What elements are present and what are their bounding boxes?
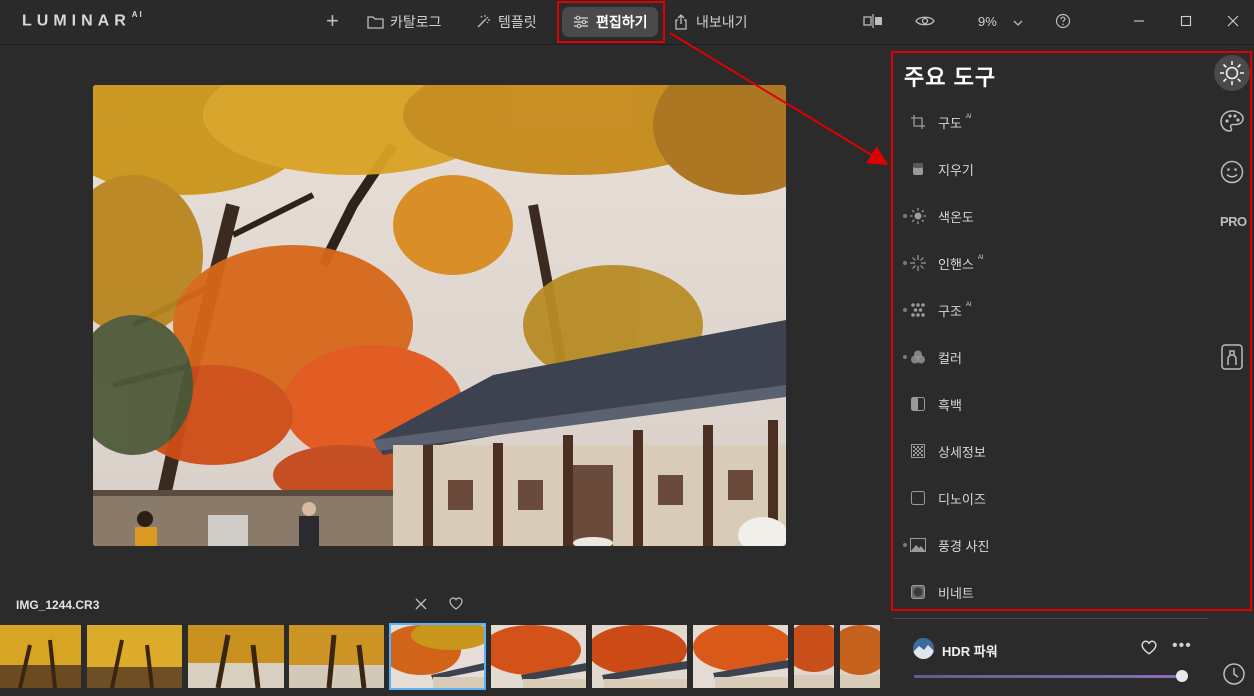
close-icon[interactable] xyxy=(415,597,427,613)
logo-suffix: AI xyxy=(131,10,144,19)
folder-icon xyxy=(366,13,384,31)
maximize-button[interactable] xyxy=(1176,11,1196,31)
magic-wand-icon xyxy=(474,13,492,31)
heart-icon[interactable] xyxy=(1141,640,1157,660)
thumbnail[interactable] xyxy=(794,625,834,688)
history-clock-icon[interactable] xyxy=(1222,662,1246,691)
thumbnail[interactable] xyxy=(87,625,182,688)
tab-templates-label: 템플릿 xyxy=(498,14,537,30)
tab-templates[interactable]: 템플릿 xyxy=(474,8,537,36)
annotation-arrow xyxy=(669,32,889,166)
chevron-down-icon[interactable] xyxy=(1013,14,1023,30)
slider-handle[interactable] xyxy=(1176,670,1188,682)
close-button[interactable] xyxy=(1223,11,1243,31)
tab-catalog-label: 카탈로그 xyxy=(390,14,442,30)
divider xyxy=(893,618,1208,619)
highlight-tools-panel xyxy=(891,51,1252,611)
filename-label: IMG_1244.CR3 xyxy=(16,598,100,612)
app-logo: LUMINARAI xyxy=(22,10,144,30)
thumbnail[interactable] xyxy=(592,625,687,688)
eye-icon[interactable] xyxy=(915,14,935,31)
thumbnail[interactable] xyxy=(0,625,81,688)
thumbnail[interactable] xyxy=(840,625,880,688)
thumbnail-selected[interactable] xyxy=(389,623,486,690)
add-button[interactable]: + xyxy=(326,9,339,33)
logo-text: LUMINAR xyxy=(22,12,131,30)
thumbnail[interactable] xyxy=(693,625,788,688)
minimize-button[interactable] xyxy=(1129,11,1149,31)
help-icon[interactable] xyxy=(1055,13,1071,32)
zoom-level[interactable]: 9% xyxy=(978,14,997,29)
tab-catalog[interactable]: 카탈로그 xyxy=(366,8,442,36)
more-options-button[interactable]: ••• xyxy=(1172,637,1192,655)
preset-name: HDR 파워 xyxy=(942,644,998,659)
preset-amount-slider[interactable] xyxy=(914,675,1182,678)
thumbnail[interactable] xyxy=(289,625,384,688)
heart-icon[interactable] xyxy=(449,597,463,615)
thumbnail[interactable] xyxy=(188,625,284,688)
thumbnail[interactable] xyxy=(491,625,586,688)
highlight-edit-tab xyxy=(557,1,665,43)
preset-thumbnail xyxy=(913,638,934,659)
